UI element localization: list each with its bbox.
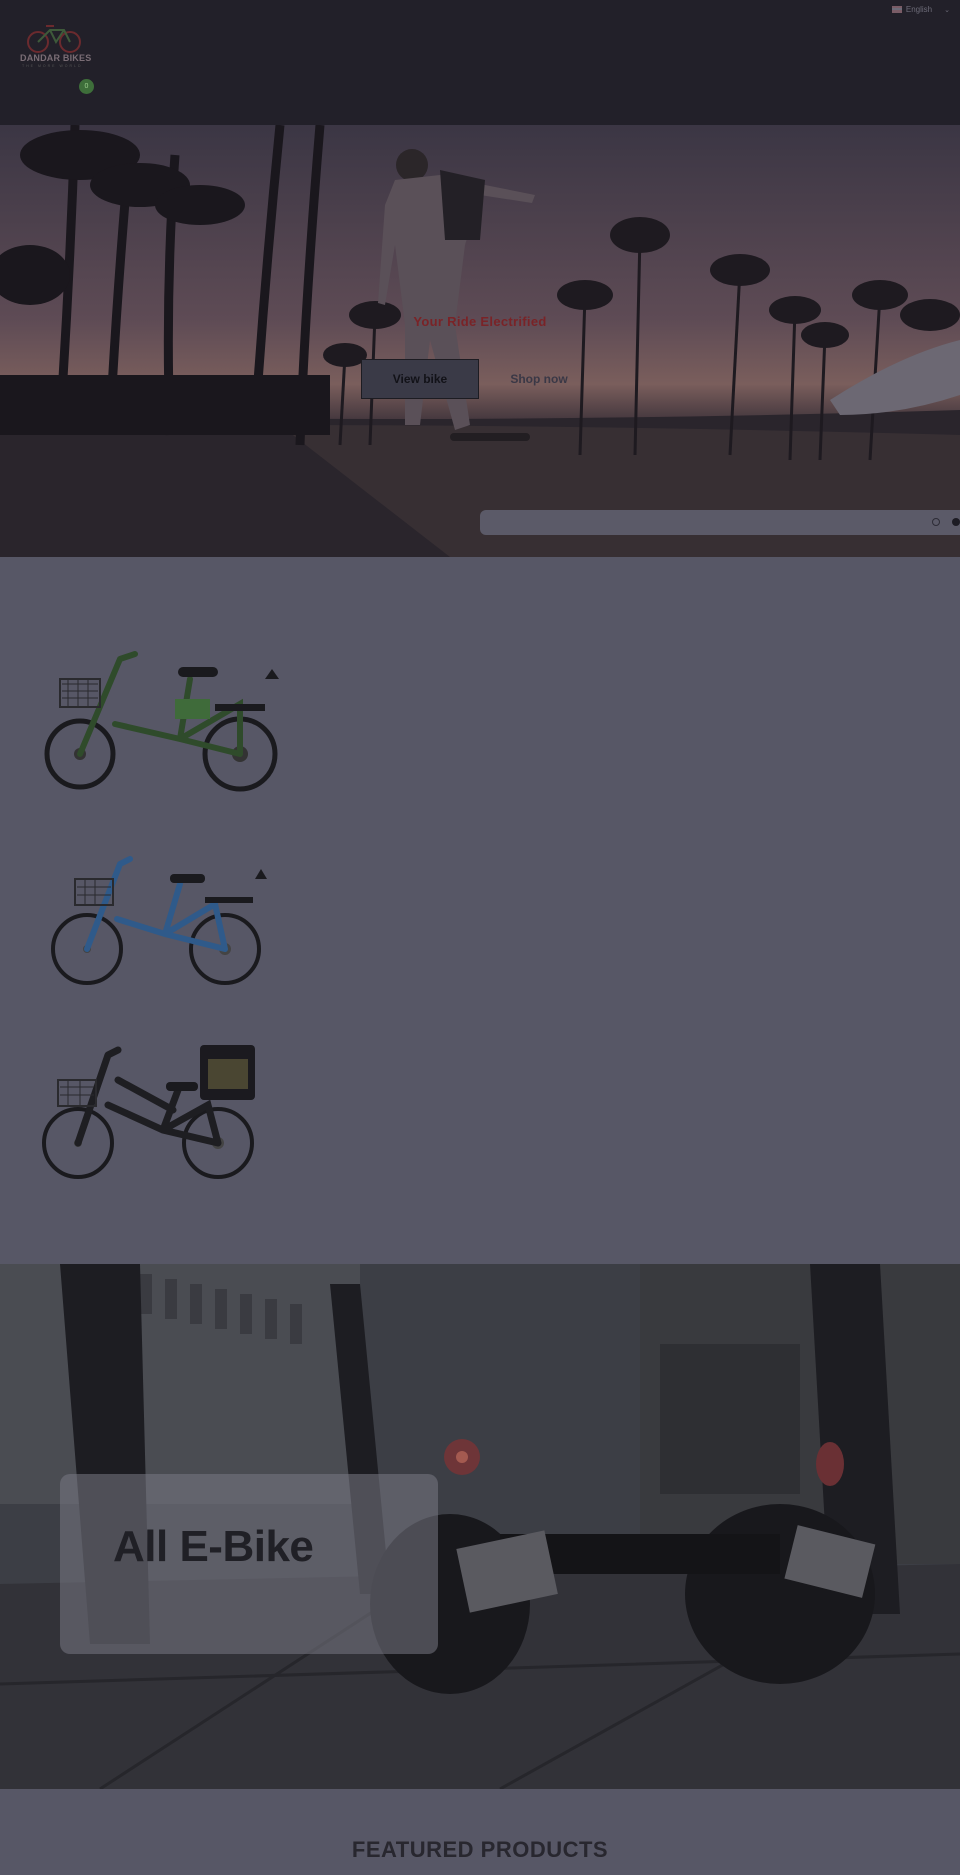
- shop-now-button[interactable]: Shop now: [480, 359, 598, 399]
- hero-slideshow: Your Ride Electrified View bike Shop now: [0, 125, 960, 557]
- featured-products-section: FEATURED PRODUCTS: [0, 1789, 960, 1875]
- logo-text: DANDAR BIKES: [20, 53, 92, 63]
- chevron-down-icon: ⌄: [944, 6, 950, 14]
- all-ebike-banner[interactable]: All E-Bike: [0, 1264, 960, 1789]
- site-header: DANDAR BIKES THE MORE WORLD English ⌄ 0: [0, 0, 960, 125]
- featured-products-heading: FEATURED PRODUCTS: [351, 1837, 609, 1862]
- hero-title: Your Ride Electrified: [413, 314, 547, 329]
- slideshow-controls: [480, 510, 960, 535]
- language-selector[interactable]: English ⌄: [891, 5, 950, 14]
- banner-title: All E-Bike: [113, 1522, 314, 1571]
- flag-us-icon: [891, 6, 902, 13]
- bike-gallery: [0, 557, 960, 1264]
- black-delivery-ebike-image[interactable]: [38, 1035, 268, 1195]
- language-label: English: [905, 5, 933, 14]
- green-ebike-image[interactable]: [40, 629, 290, 809]
- slide-dot-2-active[interactable]: [952, 518, 960, 526]
- logo-subtitle: THE MORE WORLD: [22, 64, 83, 68]
- cart-count-badge[interactable]: 0: [79, 79, 94, 94]
- slide-dot-1[interactable]: [932, 518, 940, 526]
- hero-image: [0, 125, 960, 557]
- blue-ebike-image[interactable]: [45, 839, 275, 999]
- view-bike-button[interactable]: View bike: [361, 359, 479, 399]
